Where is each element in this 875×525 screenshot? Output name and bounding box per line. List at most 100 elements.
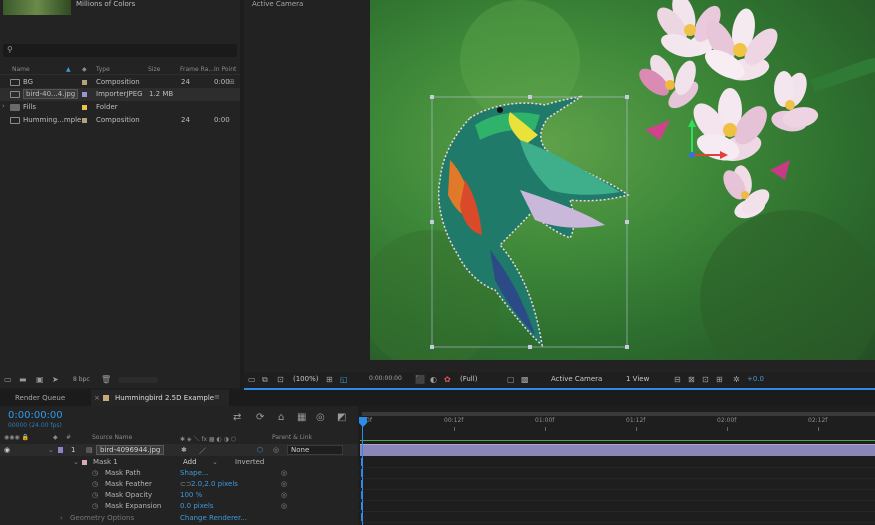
snapshot-camera-icon[interactable]: ⬛ (415, 375, 425, 384)
keyframe-track[interactable] (358, 512, 875, 523)
draft-3d-icon[interactable]: ⌂ (278, 412, 284, 423)
exposure-value[interactable]: +0.0 (747, 375, 764, 383)
resolution-dropdown[interactable]: (Full) (460, 375, 477, 383)
collapse-switch-icon[interactable]: ✱ (181, 446, 187, 454)
layer-name[interactable]: bird-4096944.jpg (96, 445, 165, 455)
panel-menu-icon[interactable]: ≡ (214, 393, 220, 401)
constrain-proportions-icon[interactable]: ⊂⊃ (180, 480, 192, 488)
col-parent-link[interactable]: Parent & Link (272, 434, 312, 441)
link-icon[interactable]: ◎ (281, 502, 287, 510)
label-tag-icon[interactable]: ◆ (82, 66, 87, 73)
link-icon[interactable]: ◎ (281, 491, 287, 499)
parent-pickwhip-icon[interactable]: ◎ (273, 446, 279, 454)
grid-overlay-icon[interactable]: ⊞ (326, 375, 333, 384)
label-color[interactable] (82, 105, 87, 110)
parent-dropdown[interactable]: None (287, 445, 343, 455)
mask-visibility-icon[interactable]: ◱ (340, 375, 348, 384)
keyframe-track[interactable] (358, 490, 875, 501)
chevron-down-icon[interactable]: ⌄ (212, 458, 218, 466)
region-of-interest-icon[interactable]: ▢ (507, 375, 515, 384)
magnification-dropdown[interactable]: (100%) (293, 375, 318, 383)
video-toggle-icon[interactable]: ◉ (4, 446, 10, 454)
project-search-input[interactable]: ⚲ (3, 44, 237, 57)
stopwatch-icon[interactable]: ◷ (92, 491, 98, 499)
project-item[interactable]: Humming...mple Composition 24 0:00 (0, 114, 240, 127)
comp-mini-flowchart-icon[interactable]: ⟳ (256, 412, 264, 423)
transparency-grid-icon[interactable]: ▩ (521, 375, 529, 384)
label-color[interactable] (82, 92, 87, 97)
comp-flowchart-icon[interactable]: ⊞ (716, 375, 723, 384)
twirl-right-icon[interactable]: › (60, 514, 63, 522)
thumbnail-size-slider[interactable] (118, 377, 158, 383)
layer-row[interactable]: ◉ ⌄ 1 ▤ bird-4096944.jpg ✱ ／ ⬡ ◎ None (0, 444, 358, 456)
change-renderer-link[interactable]: Change Renderer... (180, 514, 247, 522)
bit-depth[interactable]: 8 bpc (73, 376, 90, 383)
color-channel-icon[interactable]: ✿ (444, 375, 451, 384)
mask-color-swatch[interactable] (82, 460, 87, 465)
project-item[interactable]: bird-40...4.jpg ImporterJPEG 1.2 MB (0, 88, 240, 101)
current-time-indicator-line[interactable] (362, 426, 363, 525)
property-row[interactable]: ◷ Mask Feather ⊂⊃ 2.0,2.0 pixels ◎ (0, 479, 358, 490)
col-inpoint[interactable]: In Point (214, 66, 236, 73)
link-icon[interactable]: ◎ (281, 469, 287, 477)
mask-inverted-checkbox[interactable]: Inverted (235, 458, 264, 466)
new-folder-icon[interactable]: ▬ (19, 375, 29, 384)
search-layers-icon[interactable]: ⇄ (233, 412, 241, 423)
keyframe-track[interactable] (358, 457, 875, 468)
project-item[interactable]: › Fills Folder (0, 101, 240, 114)
reset-exposure-icon[interactable]: ✲ (733, 375, 740, 384)
twirl-down-icon[interactable]: ⌄ (73, 458, 79, 466)
show-snapshot-icon[interactable]: ◐ (430, 375, 437, 384)
property-row[interactable]: ◷ Mask Path Shape... ◎ (0, 468, 358, 479)
property-row[interactable]: ◷ Mask Expansion 0.0 pixels ◎ (0, 501, 358, 512)
close-icon[interactable]: × (94, 394, 100, 402)
current-time-display[interactable]: 0:00:00:00 (369, 375, 402, 382)
timeline-timecode[interactable]: 0:00:00:00 (8, 410, 63, 421)
mask-row[interactable]: ⌄ Mask 1 Add ⌄ Inverted (0, 457, 358, 468)
geometry-options-row[interactable]: › Geometry Options Change Renderer... (0, 513, 358, 524)
link-icon[interactable]: ◎ (281, 480, 287, 488)
vr-glasses-icon[interactable]: ⊡ (277, 375, 284, 384)
col-name[interactable]: Name (12, 66, 30, 73)
layer-duration-bar[interactable] (360, 444, 875, 456)
timeline-toggle-icon[interactable]: ⊡ (702, 375, 709, 384)
trash-icon[interactable]: 🗑 (101, 375, 111, 384)
quality-switch-icon[interactable]: ／ (199, 446, 206, 456)
label-color[interactable] (82, 118, 87, 123)
tab-render-queue[interactable]: Render Queue (15, 394, 65, 402)
frame-blending-icon[interactable]: ◎ (316, 412, 325, 423)
3d-ground-plane-icon[interactable]: ⧉ (262, 375, 268, 385)
always-preview-icon[interactable]: ▭ (248, 375, 256, 384)
new-composition-icon[interactable]: ▣ (36, 375, 46, 384)
mask-path-value[interactable]: Shape... (180, 469, 209, 477)
flowchart-icon[interactable]: ⊞ (229, 78, 235, 86)
mask-mode-dropdown[interactable]: Add (183, 458, 197, 466)
view-layout-dropdown[interactable]: 1 View (626, 375, 649, 383)
label-color[interactable] (82, 80, 87, 85)
col-framerate[interactable]: Frame Ra... (180, 66, 214, 73)
twirl-arrow-icon[interactable]: › (2, 102, 5, 110)
composition-canvas[interactable] (370, 0, 875, 360)
stopwatch-icon[interactable]: ◷ (92, 469, 98, 477)
col-size[interactable]: Size (148, 66, 160, 73)
send-icon[interactable]: ➤ (52, 375, 62, 384)
time-ruler[interactable]: 0f 00:12f 01:00f 01:12f 02:00f 02:12f (358, 410, 875, 432)
mask-opacity-value[interactable]: 100 % (180, 491, 202, 499)
tab-composition[interactable]: × Hummingbird 2.5D Example ≡ (91, 390, 229, 406)
layer-label-color[interactable] (58, 447, 63, 453)
av-features-icon[interactable]: ◉◉◉ 🔒 (4, 434, 29, 441)
stopwatch-icon[interactable]: ◷ (92, 502, 98, 510)
mask-feather-value[interactable]: 2.0,2.0 pixels (191, 480, 238, 488)
graph-editor-icon[interactable]: ◩ (337, 412, 346, 423)
shy-layers-icon[interactable]: ▦ (297, 412, 306, 423)
layer-number-column[interactable]: # (66, 434, 71, 441)
stopwatch-icon[interactable]: ◷ (92, 480, 98, 488)
toggle-pixel-aspect-icon[interactable]: ⊟ (674, 375, 681, 384)
mask-name[interactable]: Mask 1 (93, 458, 118, 466)
fast-previews-icon[interactable]: ⊠ (688, 375, 695, 384)
interpret-footage-icon[interactable]: ▭ (4, 375, 14, 384)
camera-dropdown[interactable]: Active Camera (551, 375, 602, 383)
switches-icons[interactable]: ✱ ◈ ＼ fx ▦ ◐ ◑ ⬡ (180, 434, 236, 443)
label-column-icon[interactable]: ◆ (53, 434, 58, 441)
property-row[interactable]: ◷ Mask Opacity 100 % ◎ (0, 490, 358, 501)
